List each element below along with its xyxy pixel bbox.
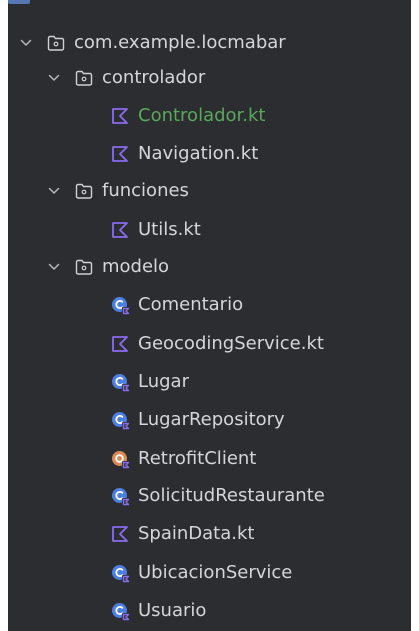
kotlin-class-icon: [112, 565, 130, 583]
tree-node-label: Controlador.kt: [138, 105, 266, 126]
package-folder-icon: [47, 35, 65, 51]
tree-node-controlador[interactable]: controlador: [8, 60, 411, 96]
kotlin-file-icon: [112, 146, 128, 162]
tree-node-funciones[interactable]: funciones: [8, 173, 411, 209]
tree-node-label: com.example.locmabar: [74, 32, 286, 53]
tree-node-usuario[interactable]: Usuario: [8, 593, 411, 629]
tree-node-label: GeocodingService.kt: [138, 333, 324, 354]
tree-node-label: funciones: [102, 180, 189, 201]
tree-node-label: SolicitudRestaurante: [138, 485, 325, 506]
tree-node-geocodingservice-kt[interactable]: GeocodingService.kt: [8, 326, 411, 362]
tree-node-controlador-kt[interactable]: Controlador.kt: [8, 98, 411, 134]
kotlin-class-icon: [112, 603, 130, 621]
tree-node-label: Utils.kt: [138, 219, 201, 240]
tree-node-navigation-kt[interactable]: Navigation.kt: [8, 136, 411, 172]
chevron-down-icon[interactable]: [46, 183, 62, 199]
chevron-down-icon[interactable]: [46, 259, 62, 275]
tree-node-label: Navigation.kt: [138, 143, 259, 164]
tree-node-comentario[interactable]: Comentario: [8, 287, 411, 323]
chevron-down-icon[interactable]: [46, 70, 62, 86]
kotlin-object-icon: [112, 451, 130, 469]
kotlin-file-icon: [112, 526, 128, 542]
chevron-down-icon[interactable]: [18, 35, 34, 51]
tree-node-label: UbicacionService: [138, 562, 293, 583]
tree-node-ubicacionservice[interactable]: UbicacionService: [8, 555, 411, 591]
package-folder-icon: [75, 259, 93, 275]
kotlin-class-icon: [112, 412, 130, 430]
tree-node-solicitudrestaurante[interactable]: SolicitudRestaurante: [8, 478, 411, 514]
tree-node-label: modelo: [102, 256, 170, 277]
tree-node-modelo[interactable]: modelo: [8, 249, 411, 285]
kotlin-class-icon: [112, 374, 130, 392]
tree-node-retrofitclient[interactable]: RetrofitClient: [8, 441, 411, 477]
folder-icon: [8, 0, 30, 4]
tree-node-label: Lugar: [138, 371, 189, 392]
tree-node-utils-kt[interactable]: Utils.kt: [8, 212, 411, 248]
tree-node-label: SpainData.kt: [138, 523, 255, 544]
kotlin-file-icon: [112, 336, 128, 352]
package-folder-icon: [75, 70, 93, 86]
kotlin-file-icon: [112, 108, 128, 124]
tree-node-label: LugarRepository: [138, 409, 285, 430]
project-tool-window: com.example.locmabar controlador Control…: [8, 0, 411, 631]
package-folder-icon: [75, 183, 93, 199]
tree-node-lugar[interactable]: Lugar: [8, 364, 411, 400]
tree-node-com-example-locmabar[interactable]: com.example.locmabar: [8, 25, 411, 61]
kotlin-class-icon: [112, 488, 130, 506]
kotlin-file-icon: [112, 222, 128, 238]
kotlin-class-icon: [112, 297, 130, 315]
tree-node-lugarrepository[interactable]: LugarRepository: [8, 402, 411, 438]
tree-node-label: Comentario: [138, 294, 244, 315]
tree-node-label: Usuario: [138, 600, 207, 621]
tree-node-label: RetrofitClient: [138, 448, 257, 469]
tree-node-spaindata-kt[interactable]: SpainData.kt: [8, 516, 411, 552]
tree-node-label: controlador: [102, 67, 206, 88]
